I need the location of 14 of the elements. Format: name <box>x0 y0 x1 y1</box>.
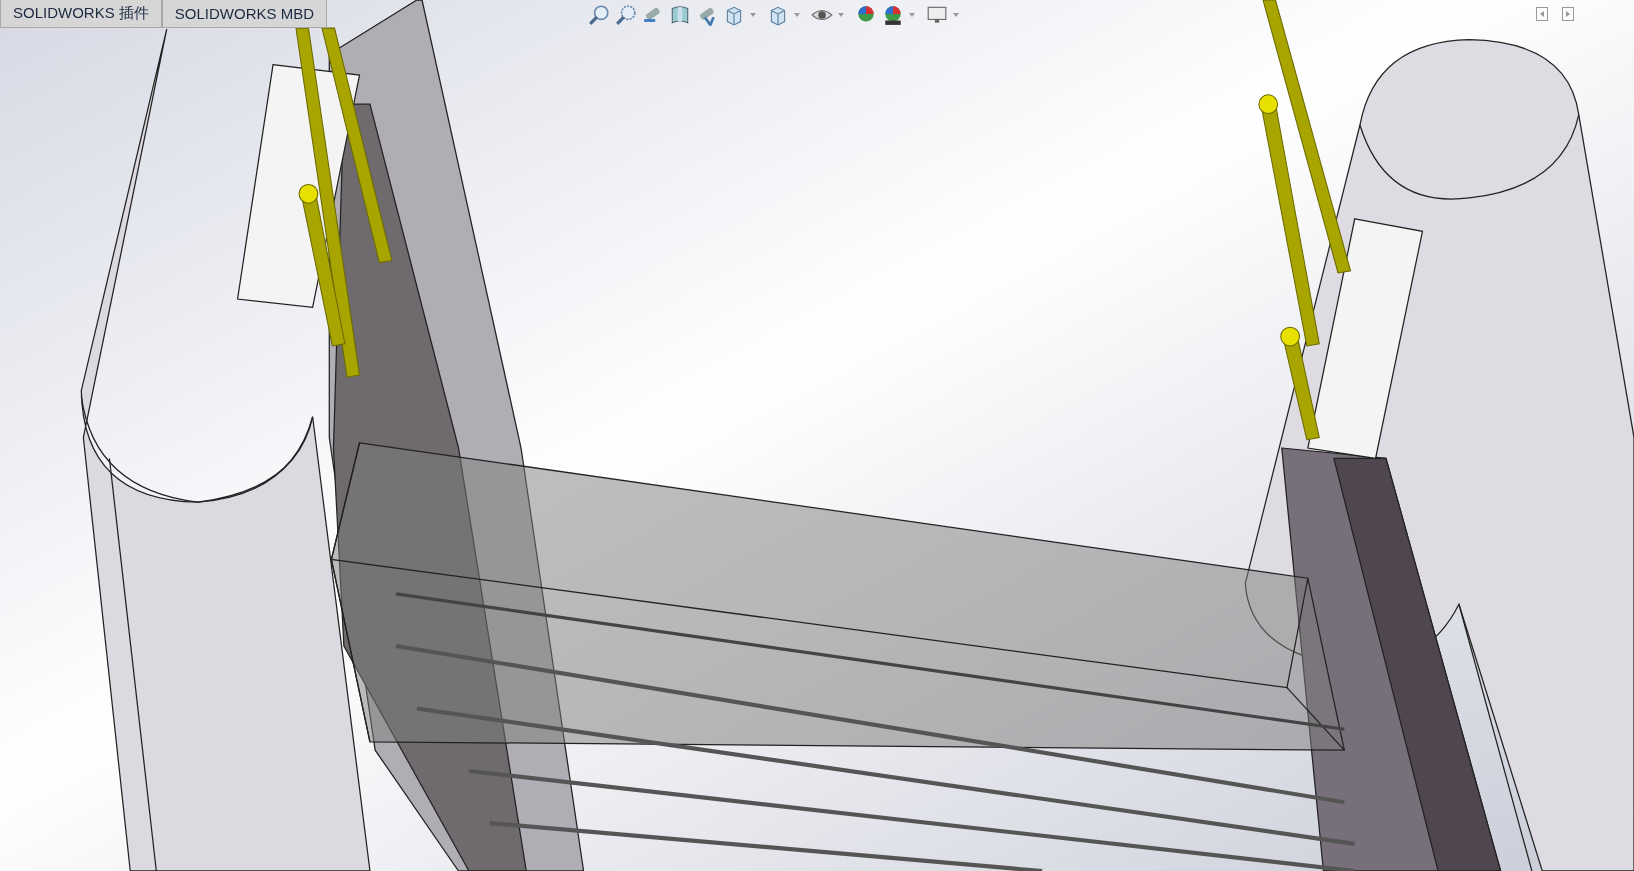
panel-collapse-icon[interactable] <box>1536 7 1548 21</box>
command-tab[interactable]: SOLIDWORKS MBD <box>161 0 328 28</box>
magnifier-icon[interactable] <box>615 4 637 26</box>
caret-icon[interactable] <box>794 13 800 17</box>
monitor-icon[interactable] <box>926 4 948 26</box>
command-tab[interactable]: SOLIDWORKS 插件 <box>0 0 162 28</box>
caret-icon[interactable] <box>750 13 756 17</box>
panel-expand-icon[interactable] <box>1562 7 1574 21</box>
section-view-icon[interactable] <box>669 4 691 26</box>
color-ball-icon[interactable] <box>882 4 904 26</box>
caret-icon[interactable] <box>909 13 915 17</box>
magnifier-icon[interactable] <box>588 4 610 26</box>
caret-icon[interactable] <box>838 13 844 17</box>
caret-icon[interactable] <box>953 13 959 17</box>
